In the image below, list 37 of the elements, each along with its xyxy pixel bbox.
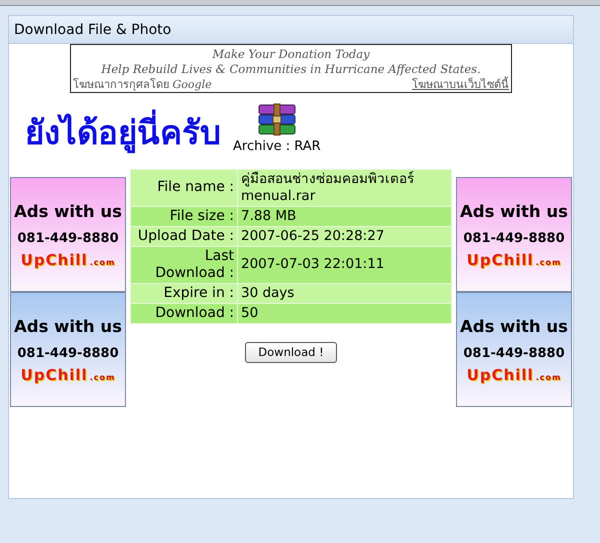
field-label: Download :: [130, 303, 238, 323]
banner-logo: UpChill.com: [20, 252, 116, 268]
archive-books-icon: [256, 103, 297, 137]
ad-banner[interactable]: Ads with us 081-449-8880 UpChill.com: [10, 292, 126, 406]
banner-phone: 081-449-8880: [463, 345, 565, 364]
field-value: คู่มือสอนช่างซ่อมคอมพิวเตอร์ menual.rar: [238, 169, 452, 206]
ad-banner[interactable]: Ads with us 081-449-8880 UpChill.com: [456, 292, 572, 406]
ad-text: Make Your Donation Today: [211, 47, 371, 62]
banner-logo: UpChill.com: [466, 368, 562, 383]
field-label: File size :: [130, 206, 238, 226]
banner-title: Ads with us: [14, 316, 122, 338]
banner-logo: UpChill.com: [20, 368, 116, 383]
field-value: 50: [238, 303, 452, 323]
banner-logo: UpChill.com: [466, 252, 562, 268]
ad-sponsor-text: โฆษณาการกุศลโดย Google: [73, 77, 212, 92]
banner-phone: 081-449-8880: [17, 345, 119, 364]
ad-link[interactable]: โฆษณาบนเว็บไซต์นี้: [412, 77, 509, 92]
banner-phone: 081-449-8880: [463, 230, 565, 248]
field-value: 2007-06-25 20:28:27: [238, 226, 452, 246]
banner-title: Ads with us: [460, 316, 568, 338]
panel-title: Download File & Photo: [9, 16, 573, 44]
download-button[interactable]: Download !: [245, 342, 337, 363]
ad-banner[interactable]: Ads with us 081-449-8880 UpChill.com: [10, 176, 126, 292]
ad-banner[interactable]: Ads with us 081-449-8880 UpChill.com: [456, 176, 572, 292]
banner-title: Ads with us: [460, 201, 568, 224]
field-label: Expire in :: [130, 283, 238, 303]
field-label: Upload Date :: [130, 226, 238, 246]
field-value: 7.88 MB: [238, 206, 452, 226]
field-value: 2007-07-03 22:01:11: [238, 246, 452, 283]
banner-phone: 081-449-8880: [17, 230, 119, 248]
field-value: 30 days: [238, 283, 452, 303]
headline: ยังได้อยู่นี่ครับ: [25, 108, 221, 156]
ad-text: Help Rebuild Lives & Communities in Hurricane Affected States.: [100, 62, 482, 76]
archive-label: Archive : RAR: [233, 138, 321, 156]
field-label: Last Download :: [130, 246, 238, 283]
field-label: File name :: [130, 169, 238, 206]
banner-title: Ads with us: [14, 201, 122, 224]
